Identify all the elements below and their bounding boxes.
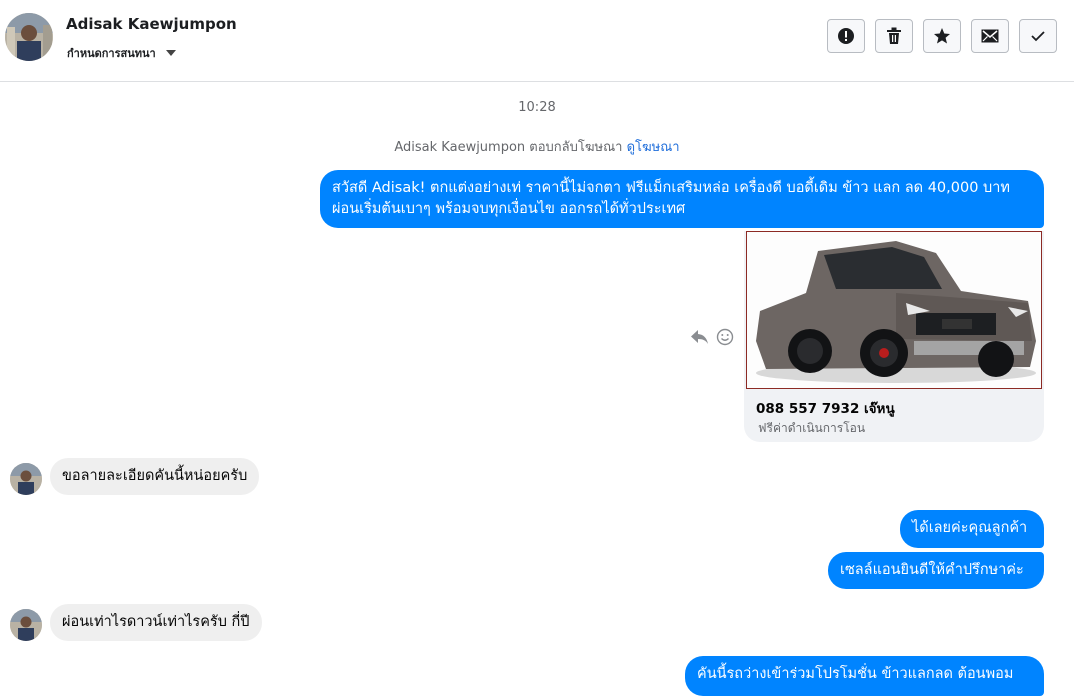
conversation-menu-label: กำหนดการสนทนา bbox=[67, 47, 156, 60]
incoming-message: ผ่อนเท่าไรดาวน์เท่าไรครับ กี่ปี bbox=[50, 604, 262, 641]
message-actions bbox=[690, 328, 734, 346]
outgoing-message: ได้เลยค่ะคุณลูกค้า bbox=[900, 510, 1044, 548]
trash-icon bbox=[887, 27, 901, 44]
report-button[interactable] bbox=[827, 19, 865, 53]
view-ad-link[interactable]: ดูโฆษณา bbox=[627, 140, 680, 155]
contact-avatar[interactable] bbox=[5, 13, 53, 61]
delete-button[interactable] bbox=[875, 19, 913, 53]
contact-avatar-small bbox=[10, 463, 42, 495]
contact-name: Adisak Kaewjumpon bbox=[66, 15, 237, 33]
ad-message-line-1: สวัสดี Adisak! ตกแต่งอย่างเท่ ราคานี้ไม่… bbox=[332, 180, 1010, 196]
ad-reply-notice: Adisak Kaewjumpon ตอบกลับโฆษณา ดูโฆษณา bbox=[0, 136, 1074, 157]
reply-icon[interactable] bbox=[690, 328, 710, 346]
star-icon bbox=[934, 28, 950, 44]
check-icon bbox=[1031, 31, 1045, 42]
chevron-down-icon bbox=[165, 50, 176, 56]
outgoing-message: คันนี้รถว่างเข้าร่วมโปรโมชั่น ข้าวแลกลด … bbox=[685, 656, 1044, 696]
outgoing-ad-message: สวัสดี Adisak! ตกแต่งอย่างเท่ ราคานี้ไม่… bbox=[320, 170, 1044, 228]
message-timestamp: 10:28 bbox=[518, 100, 556, 115]
ad-message-line-2: ผ่อนเริ่มต้นเบาๆ พร้อมจบทุกเงื่อนไข ออกร… bbox=[332, 201, 686, 217]
ad-car-image bbox=[746, 231, 1042, 389]
ad-reply-text: Adisak Kaewjumpon ตอบกลับโฆษณา bbox=[394, 140, 623, 155]
conversation-menu[interactable]: กำหนดการสนทนา bbox=[67, 44, 176, 62]
star-button[interactable] bbox=[923, 19, 961, 53]
outgoing-message: เซลล์แอนยินดีให้คำปรึกษาค่ะ bbox=[828, 552, 1044, 589]
mark-unread-button[interactable] bbox=[971, 19, 1009, 53]
ad-card[interactable]: 088 557 7932 เจ๊หนู ฟรีค่าดำเนินการโอน bbox=[744, 231, 1044, 442]
react-smile-icon[interactable] bbox=[716, 328, 734, 346]
conversation-header: Adisak Kaewjumpon กำหนดการสนทนา bbox=[0, 0, 1074, 82]
exclamation-icon bbox=[838, 28, 854, 44]
ad-card-subtitle: ฟรีค่าดำเนินการโอน bbox=[758, 421, 866, 435]
envelope-icon bbox=[981, 29, 999, 43]
done-button[interactable] bbox=[1019, 19, 1057, 53]
ad-card-title: 088 557 7932 เจ๊หนู bbox=[756, 401, 895, 417]
contact-avatar-small bbox=[10, 609, 42, 641]
incoming-message: ขอลายละเอียดคันนี้หน่อยครับ bbox=[50, 458, 260, 495]
